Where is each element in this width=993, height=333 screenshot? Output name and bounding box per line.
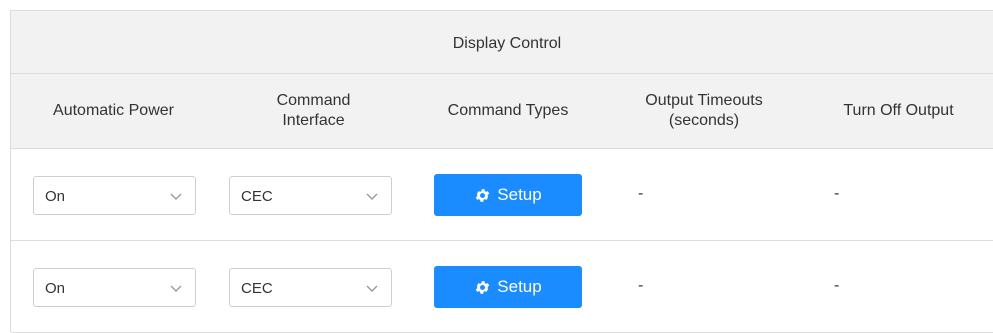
setup-button-label: Setup (497, 185, 542, 204)
column-header-label: Output Timeouts (645, 92, 763, 109)
column-header-label: Command Types (447, 102, 569, 119)
column-header-label: Turn Off Output (843, 102, 954, 119)
command-interface-select[interactable]: CEC (229, 268, 392, 307)
group-title: Display Control (452, 35, 562, 52)
display-control-table: Display Control Automatic Power Command … (10, 10, 993, 333)
gear-icon (476, 188, 490, 202)
automatic-power-select[interactable]: On (33, 268, 196, 307)
command-interface-select[interactable]: CEC (229, 176, 392, 215)
column-header-turn-off-output: Turn Off Output (803, 74, 993, 148)
chevron-down-icon (366, 193, 378, 200)
select-value: CEC (241, 280, 273, 297)
gear-icon (476, 280, 490, 294)
turn-off-output-value: - (834, 185, 840, 202)
column-header-label: Automatic Power (53, 102, 174, 119)
column-header-automatic-power: Automatic Power (11, 74, 216, 148)
column-header-command-interface: Command Interface (216, 74, 411, 148)
select-value: On (45, 280, 66, 297)
select-value: CEC (241, 188, 273, 205)
setup-button[interactable]: Setup (434, 266, 582, 308)
chevron-down-icon (170, 285, 182, 292)
select-value: On (45, 188, 66, 205)
column-header-label: (seconds) (668, 112, 740, 129)
output-timeouts-value: - (638, 277, 644, 294)
table-row: On CEC Setup - - (11, 241, 993, 333)
setup-button[interactable]: Setup (434, 174, 582, 216)
column-header-output-timeouts: Output Timeouts (seconds) (605, 74, 803, 148)
table-row: On CEC Setup - - (11, 149, 993, 241)
automatic-power-select[interactable]: On (33, 176, 196, 215)
output-timeouts-value: - (638, 185, 644, 202)
column-header-label: Interface (282, 112, 345, 129)
group-header: Display Control (11, 11, 993, 74)
column-header-row: Automatic Power Command Interface Comman… (11, 74, 993, 149)
column-header-label: Command (276, 92, 351, 109)
turn-off-output-value: - (834, 277, 840, 294)
chevron-down-icon (366, 285, 378, 292)
setup-button-label: Setup (497, 277, 542, 296)
column-header-command-types: Command Types (411, 74, 605, 148)
chevron-down-icon (170, 193, 182, 200)
